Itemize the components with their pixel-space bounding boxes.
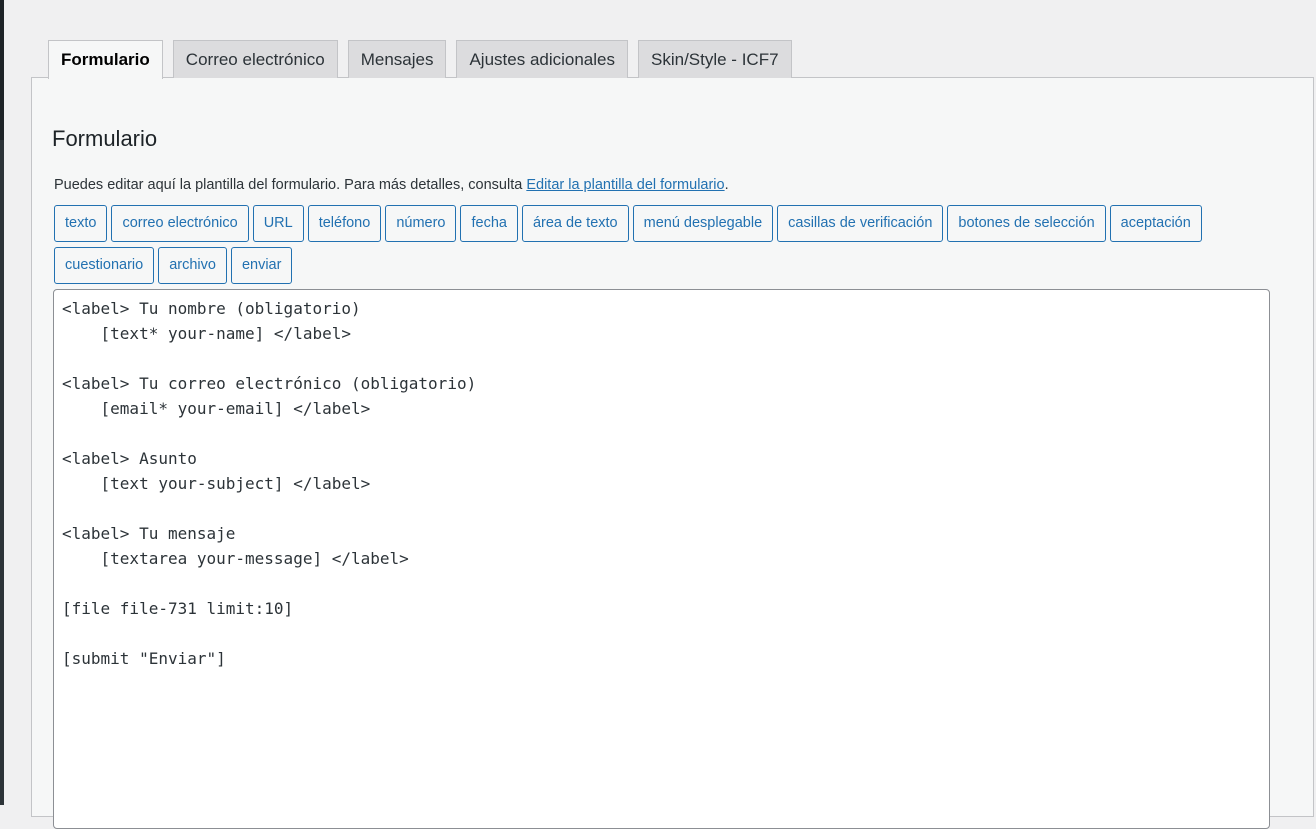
editor-tabs: Formulario Correo electrónico Mensajes A… bbox=[48, 40, 802, 79]
tag-button-aceptacion[interactable]: aceptación bbox=[1109, 205, 1202, 242]
tab-correo-electronico[interactable]: Correo electrónico bbox=[172, 40, 338, 78]
tag-button-fecha[interactable]: fecha bbox=[460, 205, 518, 242]
tag-button-menu-desplegable[interactable]: menú desplegable bbox=[632, 205, 774, 242]
tag-button-correo-electronico[interactable]: correo electrónico bbox=[111, 205, 249, 242]
tag-button-url[interactable]: URL bbox=[252, 205, 304, 242]
tab-skin-style[interactable]: Skin/Style - ICF7 bbox=[638, 40, 792, 78]
form-template-editor[interactable]: <label> Tu nombre (obligatorio) [text* y… bbox=[53, 289, 1270, 829]
tag-button-botones-de-seleccion[interactable]: botones de selección bbox=[947, 205, 1106, 242]
description-suffix: . bbox=[724, 177, 729, 193]
tag-button-texto[interactable]: texto bbox=[54, 205, 108, 242]
panel-description: Puedes editar aquí la plantilla del form… bbox=[54, 177, 729, 193]
edit-template-link[interactable]: Editar la plantilla del formulario bbox=[526, 177, 724, 193]
form-panel: Formulario Puedes editar aquí la plantil… bbox=[31, 77, 1314, 829]
tab-ajustes-adicionales[interactable]: Ajustes adicionales bbox=[456, 40, 628, 78]
admin-sidebar-edge-top bbox=[0, 0, 4, 140]
tag-button-area-de-texto[interactable]: área de texto bbox=[521, 205, 629, 242]
tag-button-archivo[interactable]: archivo bbox=[158, 247, 227, 284]
admin-sidebar-edge bbox=[0, 0, 4, 805]
tag-generator-row-2: cuestionario archivo enviar bbox=[54, 247, 296, 284]
tag-button-telefono[interactable]: teléfono bbox=[307, 205, 382, 242]
tag-button-cuestionario[interactable]: cuestionario bbox=[54, 247, 155, 284]
panel-title: Formulario bbox=[52, 126, 158, 151]
tag-generator-row-1: texto correo electrónico URL teléfono nú… bbox=[54, 205, 1206, 242]
tag-button-enviar[interactable]: enviar bbox=[230, 247, 293, 284]
tag-button-casillas-de-verificacion[interactable]: casillas de verificación bbox=[777, 205, 944, 242]
tab-mensajes[interactable]: Mensajes bbox=[347, 40, 447, 78]
tag-button-numero[interactable]: número bbox=[385, 205, 457, 242]
tab-formulario[interactable]: Formulario bbox=[48, 40, 163, 79]
description-text: Puedes editar aquí la plantilla del form… bbox=[54, 177, 527, 193]
